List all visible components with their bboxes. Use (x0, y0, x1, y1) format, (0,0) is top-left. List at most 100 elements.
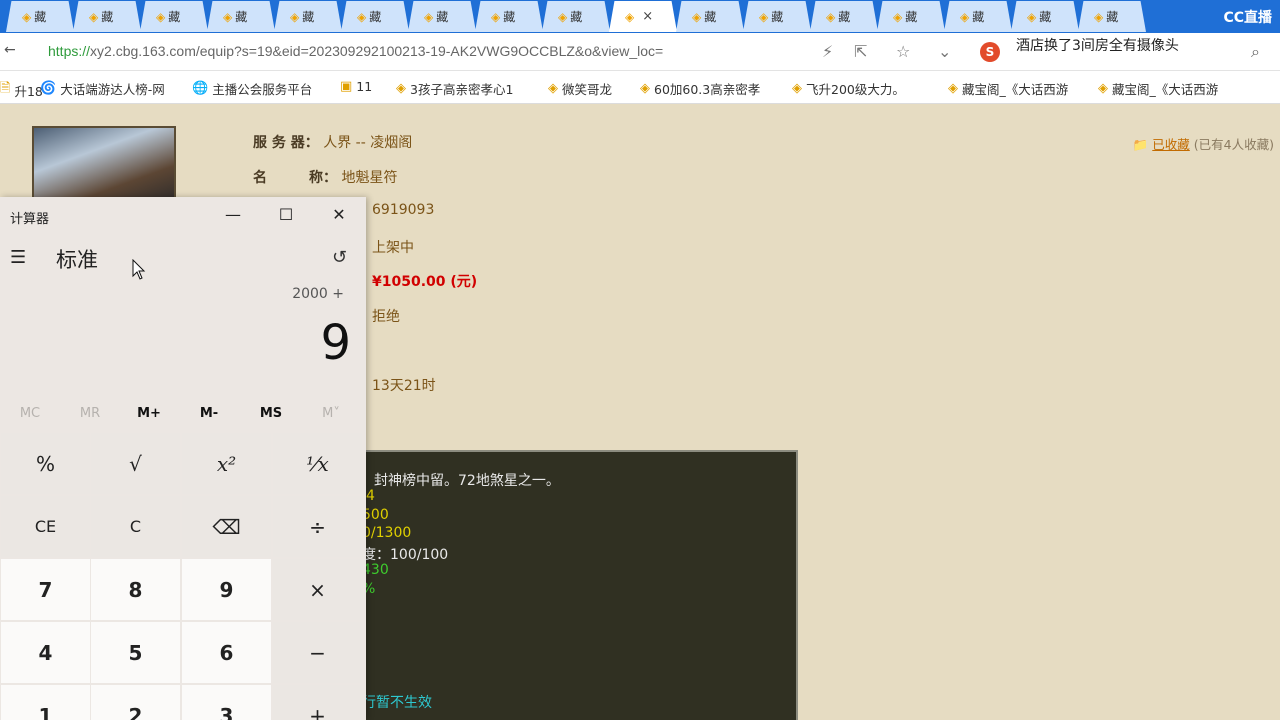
browser-tab[interactable]: ◈ 藏 (877, 1, 945, 32)
browser-tab[interactable]: ◈ 藏 (810, 1, 878, 32)
bookmark-item[interactable]: 🌀 大话端游达人榜-网 (40, 79, 165, 98)
bookmark-item[interactable]: ◈ 藏宝阁_《大话西游 (948, 79, 1068, 98)
item-id: 6919093 (372, 202, 435, 218)
browser-tab[interactable]: ◈ 藏 (6, 1, 74, 32)
calculator-title: 计算器 (10, 212, 50, 227)
search-hint[interactable]: 酒店换了3间房全有摄像头 (1016, 35, 1179, 55)
browser-tab[interactable]: ◈ 藏 (743, 1, 811, 32)
bookmark-icon: 🗎 (0, 81, 11, 96)
digit-3-button[interactable]: 3 (182, 685, 271, 720)
tab-label: 藏 (34, 10, 47, 24)
tab-favicon-icon: ◈ (357, 9, 367, 24)
tab-label: 藏 (436, 10, 449, 24)
memory-button[interactable]: M- (179, 406, 239, 421)
browser-tab[interactable]: ◈ 藏 (341, 1, 409, 32)
search-engine-icon[interactable]: S (980, 42, 1000, 62)
plus-button[interactable]: + (273, 685, 362, 720)
tab-label: 藏 (838, 10, 851, 24)
bookmark-item[interactable]: ▣ 11 (340, 79, 372, 94)
bookmark-item[interactable]: 🌐 主播公会服务平台 (192, 79, 312, 98)
bookmark-label: 飞升200级大力。 (806, 82, 905, 97)
browser-tab[interactable]: ◈ 藏 (140, 1, 208, 32)
url-scheme: https:// (48, 43, 91, 59)
tab-label: 藏 (972, 10, 985, 24)
calculator-mode: 标准 (56, 248, 98, 272)
bookmark-icon: ▣ (340, 79, 353, 94)
browser-tab[interactable]: ◈ 藏 (676, 1, 744, 32)
browser-tab[interactable]: ◈ 藏 (207, 1, 275, 32)
bookmark-item[interactable]: ◈ 微笑哥龙 (548, 79, 612, 98)
browser-tab[interactable]: ◈ 藏 (408, 1, 476, 32)
multiply-button[interactable]: × (273, 559, 362, 620)
bookmark-icon: 🌐 (192, 81, 209, 96)
bookmark-item[interactable]: ◈ 飞升200级大力。 (792, 79, 905, 98)
bookmark-icon: ◈ (792, 81, 802, 96)
url-field[interactable]: https://xy2.cbg.163.com/equip?s=19&eid=2… (48, 43, 808, 59)
digit-2-button[interactable]: 2 (91, 685, 180, 720)
browser-tab[interactable]: ◈ 藏 (944, 1, 1012, 32)
percent-button[interactable]: % (1, 433, 90, 494)
clear-entry-button[interactable]: CE (1, 496, 90, 557)
tab-label: 藏 (503, 10, 516, 24)
tab-label: 藏 (369, 10, 382, 24)
digit-4-button[interactable]: 4 (1, 622, 90, 683)
browser-tab[interactable]: ◈ 藏 (1011, 1, 1079, 32)
tab-favicon-icon: ◈ (692, 9, 702, 24)
bookmark-item[interactable]: ◈ 60加60.3高亲密孝 (640, 79, 760, 98)
cc-live-logo[interactable]: CC直播 (1223, 7, 1272, 27)
chevron-down-icon[interactable]: ⌄ (938, 42, 951, 61)
mouse-cursor-icon (132, 259, 146, 280)
bookmark-item[interactable]: ◈ 藏宝阁_《大话西游 (1098, 79, 1218, 98)
tab-favicon-icon: ◈ (960, 9, 970, 24)
digit-6-button[interactable]: 6 (182, 622, 271, 683)
square-button[interactable]: x² (182, 433, 271, 494)
bookmark-item[interactable]: 🗎 升18 (0, 79, 43, 101)
close-button[interactable]: ✕ (324, 205, 354, 227)
digit-5-button[interactable]: 5 (91, 622, 180, 683)
lightning-icon[interactable]: ⚡ (822, 42, 833, 61)
url-path: xy2.cbg.163.com/equip?s=19&eid=202309292… (90, 43, 664, 59)
digit-9-button[interactable]: 9 (182, 559, 271, 620)
desc-line-3: 500 (362, 507, 389, 523)
tab-favicon-icon: ◈ (759, 9, 769, 24)
name-value: 地魁星符 (341, 170, 398, 186)
browser-tab[interactable]: ◈ 藏 (73, 1, 141, 32)
browser-tab[interactable]: ◈ 藏 (274, 1, 342, 32)
memory-button[interactable]: M+ (119, 406, 179, 421)
clear-button[interactable]: C (91, 496, 180, 557)
back-arrow-icon[interactable]: ← (4, 42, 18, 62)
backspace-button[interactable]: ⌫ (182, 496, 271, 557)
memory-button[interactable]: MS (241, 406, 301, 421)
browser-tab[interactable]: ◈ 藏 (475, 1, 543, 32)
bookmark-label: 3孩子高亲密孝心1 (410, 82, 514, 97)
memory-button: MR (79, 406, 101, 421)
reciprocal-button[interactable]: ⅟x (273, 433, 362, 494)
tab-favicon-icon: ◈ (290, 9, 300, 24)
hamburger-menu-icon[interactable]: ☰ (10, 247, 26, 268)
digit-1-button[interactable]: 1 (1, 685, 90, 720)
browser-tab[interactable]: ◈ 藏 (542, 1, 610, 32)
browser-tab[interactable]: ◈ × (609, 1, 677, 32)
digit-7-button[interactable]: 7 (1, 559, 90, 620)
tab-favicon-icon: ◈ (156, 9, 166, 24)
history-icon[interactable]: ↺ (332, 247, 347, 268)
share-icon[interactable]: ⇱ (854, 42, 867, 61)
search-icon[interactable]: ⌕ (1251, 42, 1260, 62)
bookmark-item[interactable]: ◈ 3孩子高亲密孝心1 (396, 79, 513, 98)
tab-close-icon[interactable]: × (642, 9, 653, 24)
favorite-link[interactable]: 📁 已收藏 (已有4人收藏) (1133, 134, 1274, 153)
tab-favicon-icon: ◈ (1027, 9, 1037, 24)
bargain-value: 拒绝 (372, 309, 400, 325)
minus-button[interactable]: − (273, 622, 362, 683)
favorite-label[interactable]: 已收藏 (1152, 137, 1190, 152)
star-icon[interactable]: ☆ (896, 42, 910, 61)
digit-8-button[interactable]: 8 (91, 559, 180, 620)
tab-favicon-icon: ◈ (491, 9, 501, 24)
browser-tab[interactable]: ◈ 藏 (1078, 1, 1146, 32)
minimize-button[interactable]: — (218, 205, 248, 227)
maximize-button[interactable]: ☐ (271, 205, 301, 227)
calculator-window[interactable]: 计算器 — ☐ ✕ ☰ 标准 ↺ 2000 + 9 MC MR M+ M- MS M˅ %… (0, 197, 366, 720)
tab-label: 藏 (570, 10, 583, 24)
divide-button[interactable]: ÷ (273, 496, 362, 557)
sqrt-button[interactable]: √ (91, 433, 180, 494)
